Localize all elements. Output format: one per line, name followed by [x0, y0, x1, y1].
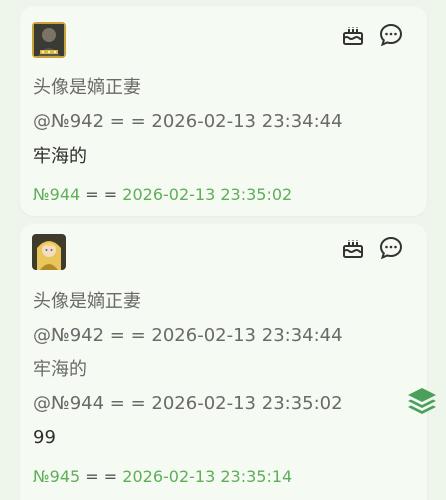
- quote-reference[interactable]: @№942 = = 2026-02-13 23:34:44: [33, 324, 343, 348]
- quote-line: 头像是嫡正妻: [33, 77, 141, 98]
- quote-line: 头像是嫡正妻: [33, 291, 141, 312]
- chat-bubble-icon[interactable]: [378, 22, 404, 48]
- post-number-link[interactable]: №945: [33, 467, 80, 486]
- quote-reference[interactable]: @№942 = = 2026-02-13 23:34:44: [33, 110, 343, 134]
- post-card: 头像是嫡正妻 @№942 = = 2026-02-13 23:34:44 牢海的…: [20, 6, 427, 216]
- avatar[interactable]: [32, 234, 66, 270]
- post-timestamp: 2026-02-13 23:35:14: [122, 467, 293, 486]
- post-card: 头像是嫡正妻 @№942 = = 2026-02-13 23:34:44 牢海的…: [20, 224, 427, 500]
- post-body: 99: [33, 427, 56, 448]
- avatar[interactable]: [32, 22, 66, 58]
- post-footer: №944 = = 2026-02-13 23:35:02: [33, 184, 292, 206]
- quote-line: 牢海的: [33, 359, 87, 380]
- chat-bubble-icon[interactable]: [378, 235, 404, 261]
- post-footer: №945 = = 2026-02-13 23:35:14: [33, 466, 292, 488]
- post-number-link[interactable]: №944: [33, 185, 80, 204]
- post-body: 牢海的: [33, 146, 87, 167]
- cake-icon[interactable]: [340, 22, 366, 48]
- layers-icon[interactable]: [405, 384, 439, 418]
- post-separator: = =: [85, 467, 118, 486]
- avatar-image-icon: [32, 22, 66, 58]
- cake-icon[interactable]: [340, 235, 366, 261]
- post-separator: = =: [85, 185, 118, 204]
- avatar-image-icon: [32, 234, 66, 270]
- quote-reference[interactable]: @№944 = = 2026-02-13 23:35:02: [33, 392, 343, 416]
- post-timestamp: 2026-02-13 23:35:02: [122, 185, 293, 204]
